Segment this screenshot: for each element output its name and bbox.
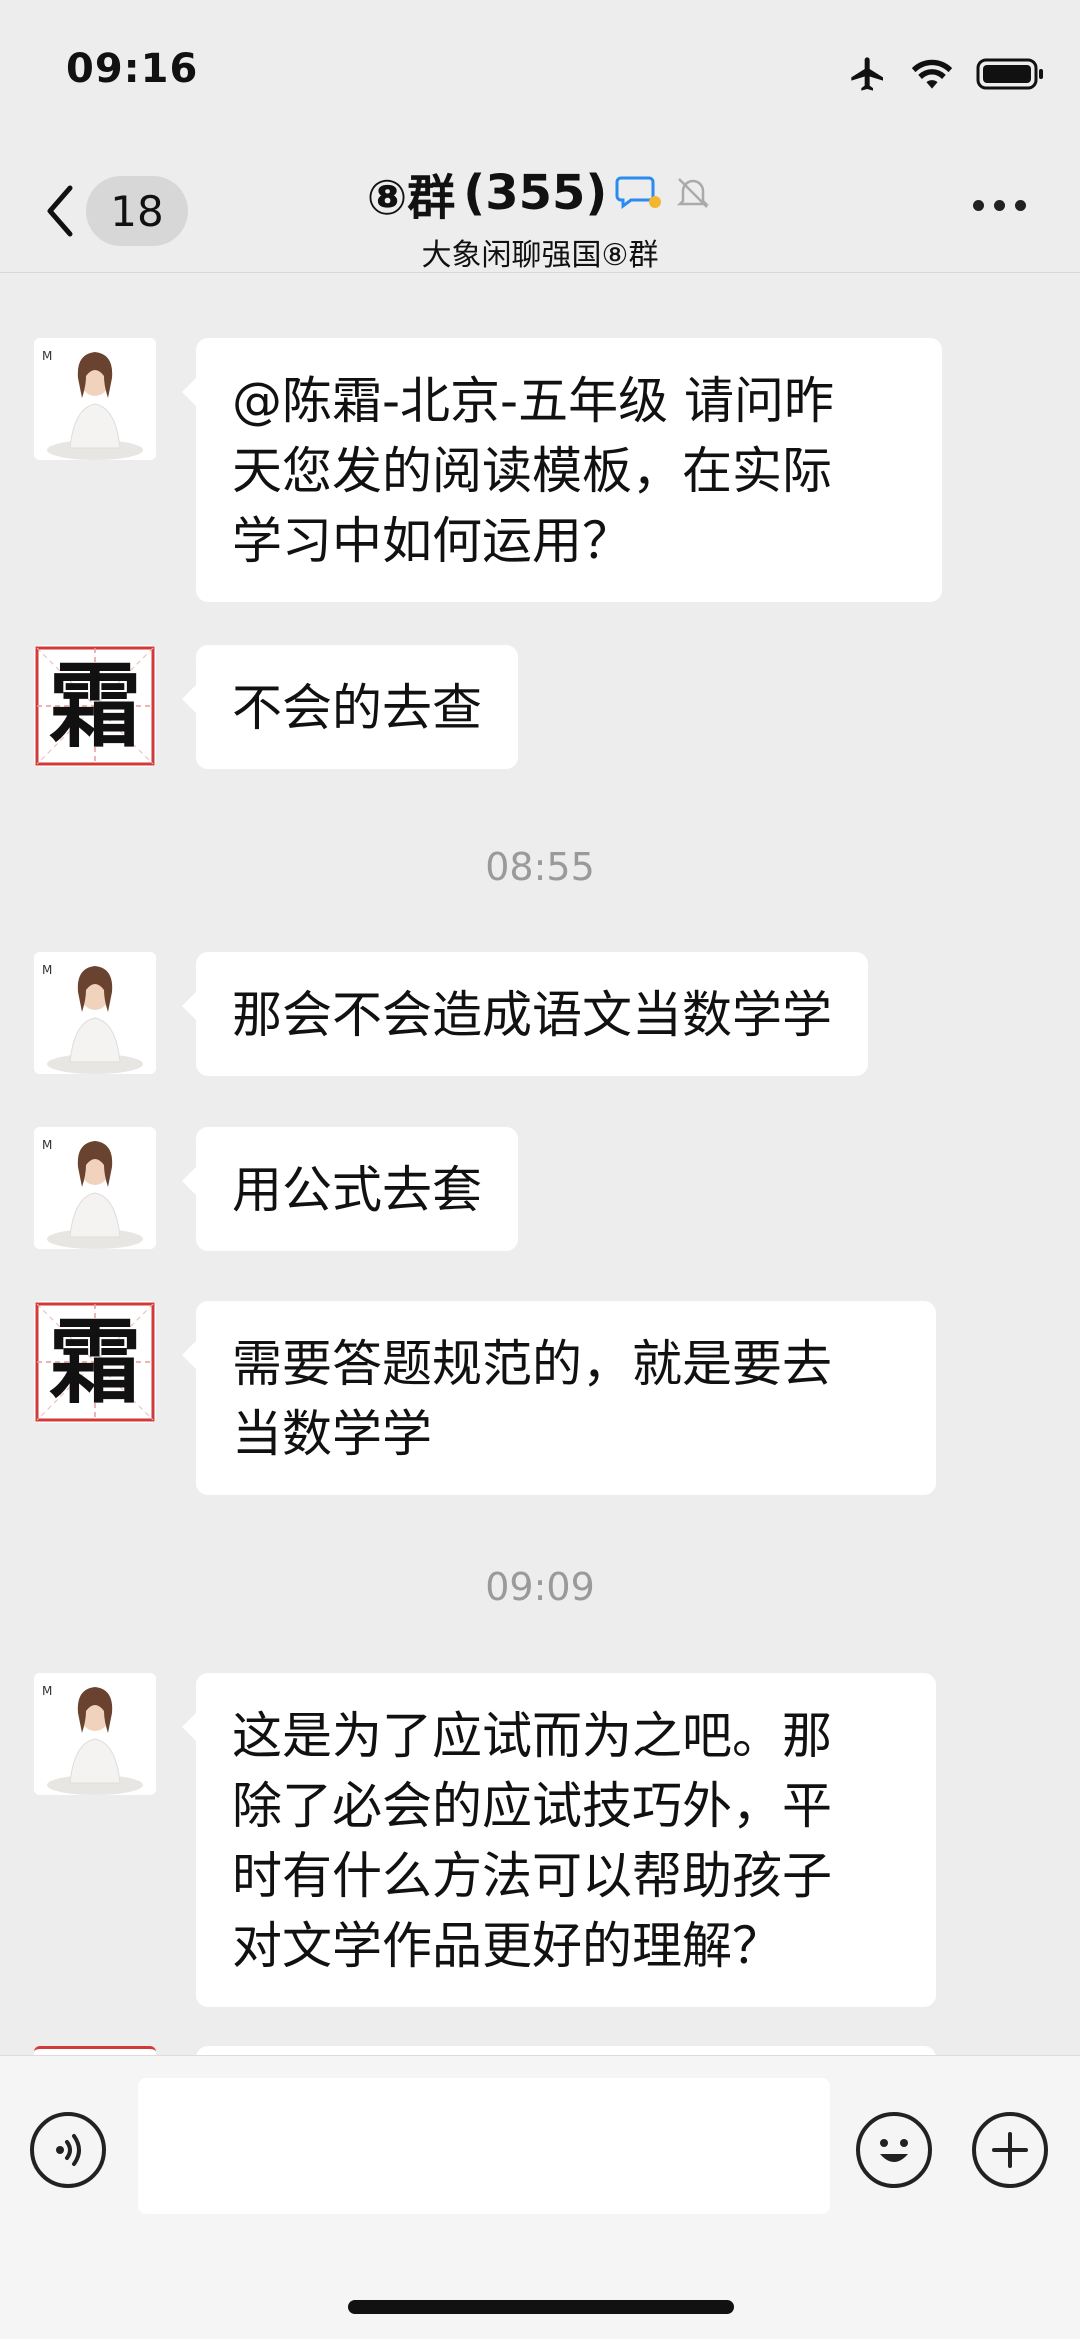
svg-text:M: M <box>42 1138 52 1152</box>
svg-text:M: M <box>42 1684 52 1698</box>
more-button[interactable] <box>973 200 1026 211</box>
message-bubble[interactable]: 不会的去查 <box>182 645 518 769</box>
chat-subtitle: 大象闲聊强国⑧群 <box>421 238 659 273</box>
svg-text:M: M <box>42 349 52 363</box>
message-bubble[interactable]: @陈霜-北京-五年级 请问昨 天您发的阅读模板，在实际 学习中如何运用？ <box>182 338 942 602</box>
shuang-avatar[interactable] <box>34 2046 156 2055</box>
woman-avatar[interactable]: M <box>34 1127 156 1249</box>
message-item: M @陈霜-北京-五年级 请问昨 天您发的阅读模板，在实际 学习中如何运用？ <box>34 338 942 602</box>
voice-input-button[interactable] <box>30 2112 106 2188</box>
plus-icon <box>992 2132 1028 2168</box>
chat-title: ⑧群 <box>366 170 456 226</box>
home-indicator[interactable] <box>348 2300 734 2314</box>
message-item-partial <box>34 2046 936 2055</box>
emoji-button[interactable] <box>856 2112 932 2188</box>
avatar-glyph: 霜 <box>48 1308 141 1416</box>
message-bubble[interactable]: 需要答题规范的，就是要去 当数学学 <box>182 1301 936 1495</box>
voice-icon <box>56 2134 81 2166</box>
message-timestamp: 09:09 <box>485 1565 595 1609</box>
woman-avatar[interactable]: M <box>34 952 156 1074</box>
message-item: 霜 需要答题规范的，就是要去 当数学学 <box>34 1301 936 1495</box>
status-time: 09:16 <box>66 46 199 92</box>
smiley-icon <box>880 2139 908 2162</box>
chat-header: 18 ⑧群 (355) 大象闲聊强国⑧群 <box>0 150 1080 273</box>
message-bubble[interactable]: 那会不会造成语文当数学学 <box>182 952 868 1076</box>
chat-title-area[interactable]: ⑧群 (355) 大象闲聊强国⑧群 <box>0 158 1080 274</box>
message-input[interactable] <box>138 2078 830 2214</box>
shuang-avatar[interactable]: 霜 <box>34 1301 156 1423</box>
woman-avatar[interactable]: M <box>34 338 156 460</box>
chat-bubbles-icon <box>615 176 662 209</box>
input-bar <box>0 2055 1080 2339</box>
member-count: (355) <box>463 165 608 221</box>
airplane-icon <box>851 57 883 91</box>
message-timestamp: 08:55 <box>485 845 595 889</box>
message-bubble[interactable]: 用公式去套 <box>182 1127 518 1251</box>
avatar-glyph: 霜 <box>48 652 141 760</box>
mute-bell-icon <box>677 178 710 208</box>
shuang-avatar[interactable]: 霜 <box>34 645 156 767</box>
woman-avatar[interactable]: M <box>34 1673 156 1795</box>
message-bubble[interactable]: 这是为了应试而为之吧。那 除了必会的应试技巧外，平 时有什么方法可以帮助孩子 对… <box>182 1673 936 2007</box>
message-item: M 用公式去套 <box>34 1127 518 1251</box>
message-item: M 这是为了应试而为之吧。那 除了必会的应试技巧外，平 时有什么方法可以帮助孩子… <box>34 1673 936 2007</box>
message-item: M 那会不会造成语文当数学学 <box>34 952 868 1076</box>
battery-icon <box>976 58 1043 90</box>
message-bubble[interactable] <box>196 2046 936 2055</box>
message-item: 霜 不会的去查 <box>34 645 518 769</box>
more-actions-button[interactable] <box>972 2112 1048 2188</box>
svg-text:M: M <box>42 963 52 977</box>
status-bar: 09:16 <box>0 0 1080 150</box>
wifi-icon <box>911 59 953 89</box>
